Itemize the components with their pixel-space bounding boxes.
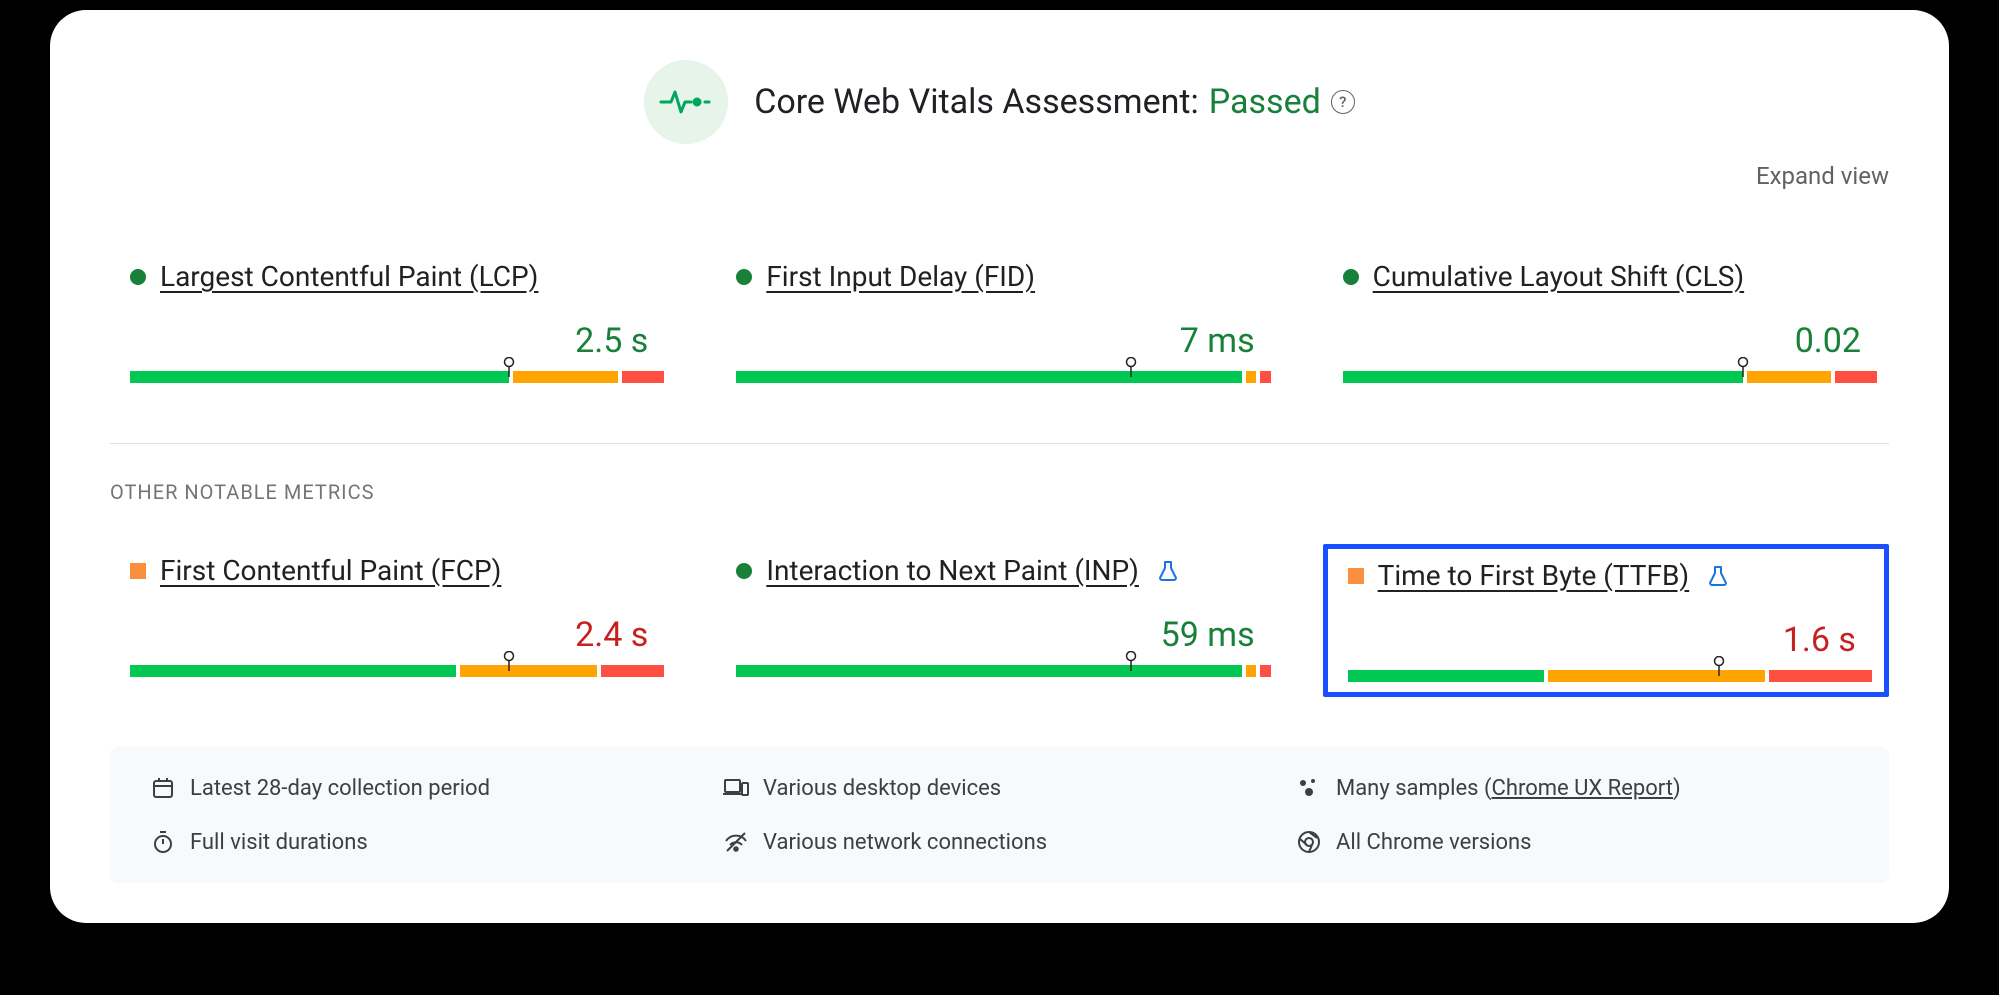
status-dot-icon (736, 269, 752, 285)
status-dot-icon (1343, 269, 1359, 285)
timer-icon (150, 829, 176, 855)
divider (110, 443, 1889, 444)
metric-fid-value: 7 ms (736, 321, 1262, 361)
status-square-icon (130, 563, 146, 579)
metric-fid-bar (736, 371, 1262, 383)
metric-fcp-bar (130, 665, 656, 677)
metric-lcp: Largest Contentful Paint (LCP) 2.5 s (110, 250, 676, 393)
info-devices-text: Various desktop devices (763, 776, 1001, 801)
chrome-icon (1296, 829, 1322, 855)
metric-fcp: First Contentful Paint (FCP) 2.4 s (110, 544, 676, 697)
metric-inp-value: 59 ms (736, 615, 1262, 655)
marker-pin-icon (1736, 357, 1750, 371)
metric-cls-value: 0.02 (1343, 321, 1869, 361)
info-durations-text: Full visit durations (190, 830, 368, 855)
metric-ttfb-bar (1348, 670, 1864, 682)
metric-cls: Cumulative Layout Shift (CLS) 0.02 (1323, 250, 1889, 393)
help-icon[interactable]: ? (1331, 90, 1355, 114)
marker-pin-icon (1124, 357, 1138, 371)
metric-lcp-link[interactable]: Largest Contentful Paint (LCP) (160, 260, 538, 293)
metric-fcp-link[interactable]: First Contentful Paint (FCP) (160, 554, 501, 587)
info-network: Various network connections (723, 829, 1276, 855)
status-dot-icon (736, 563, 752, 579)
assessment-header: Core Web Vitals Assessment: Passed ? (110, 60, 1889, 144)
metric-ttfb: Time to First Byte (TTFB) 1.6 s (1323, 544, 1889, 697)
info-versions-text: All Chrome versions (1336, 830, 1532, 855)
chrome-ux-report-link[interactable]: Chrome UX Report (1492, 776, 1673, 801)
calendar-icon (150, 775, 176, 801)
metric-cls-bar (1343, 371, 1869, 383)
flask-icon (1157, 560, 1179, 582)
info-network-text: Various network connections (763, 830, 1047, 855)
status-square-icon (1348, 568, 1364, 584)
devices-icon (723, 775, 749, 801)
assessment-title-text: Core Web Vitals Assessment: (754, 82, 1199, 122)
metric-lcp-bar (130, 371, 656, 383)
metric-fid-link[interactable]: First Input Delay (FID) (766, 260, 1035, 293)
metric-inp-bar (736, 665, 1262, 677)
metric-fcp-value: 2.4 s (130, 615, 656, 655)
info-period-text: Latest 28-day collection period (190, 776, 490, 801)
info-devices: Various desktop devices (723, 775, 1276, 801)
core-web-vitals-panel: Core Web Vitals Assessment: Passed ? Exp… (50, 10, 1949, 923)
expand-view-link[interactable]: Expand view (1756, 162, 1889, 190)
info-versions: All Chrome versions (1296, 829, 1849, 855)
assessment-status: Passed (1209, 82, 1321, 122)
network-icon (723, 829, 749, 855)
other-metrics-grid: First Contentful Paint (FCP) 2.4 s Inter… (110, 544, 1889, 697)
flask-icon (1707, 565, 1729, 587)
metric-cls-link[interactable]: Cumulative Layout Shift (CLS) (1373, 260, 1744, 293)
metric-fid: First Input Delay (FID) 7 ms (716, 250, 1282, 393)
marker-pin-icon (502, 357, 516, 371)
pulse-icon (644, 60, 728, 144)
metric-lcp-value: 2.5 s (130, 321, 656, 361)
info-samples-text: Many samples (Chrome UX Report) (1336, 776, 1681, 801)
status-dot-icon (130, 269, 146, 285)
metric-ttfb-link[interactable]: Time to First Byte (TTFB) (1378, 559, 1690, 592)
marker-pin-icon (1712, 656, 1726, 670)
metric-inp: Interaction to Next Paint (INP) 59 ms (716, 544, 1282, 697)
info-period: Latest 28-day collection period (150, 775, 703, 801)
other-metrics-label: OTHER NOTABLE METRICS (110, 480, 1889, 504)
scatter-icon (1296, 775, 1322, 801)
metric-ttfb-value: 1.6 s (1348, 620, 1864, 660)
core-metrics-grid: Largest Contentful Paint (LCP) 2.5 s Fir… (110, 250, 1889, 393)
marker-pin-icon (1124, 651, 1138, 665)
metric-inp-link[interactable]: Interaction to Next Paint (INP) (766, 554, 1139, 587)
info-samples: Many samples (Chrome UX Report) (1296, 775, 1849, 801)
info-durations: Full visit durations (150, 829, 703, 855)
info-bar: Latest 28-day collection period Various … (110, 747, 1889, 883)
marker-pin-icon (502, 651, 516, 665)
assessment-title: Core Web Vitals Assessment: Passed ? (754, 82, 1355, 122)
